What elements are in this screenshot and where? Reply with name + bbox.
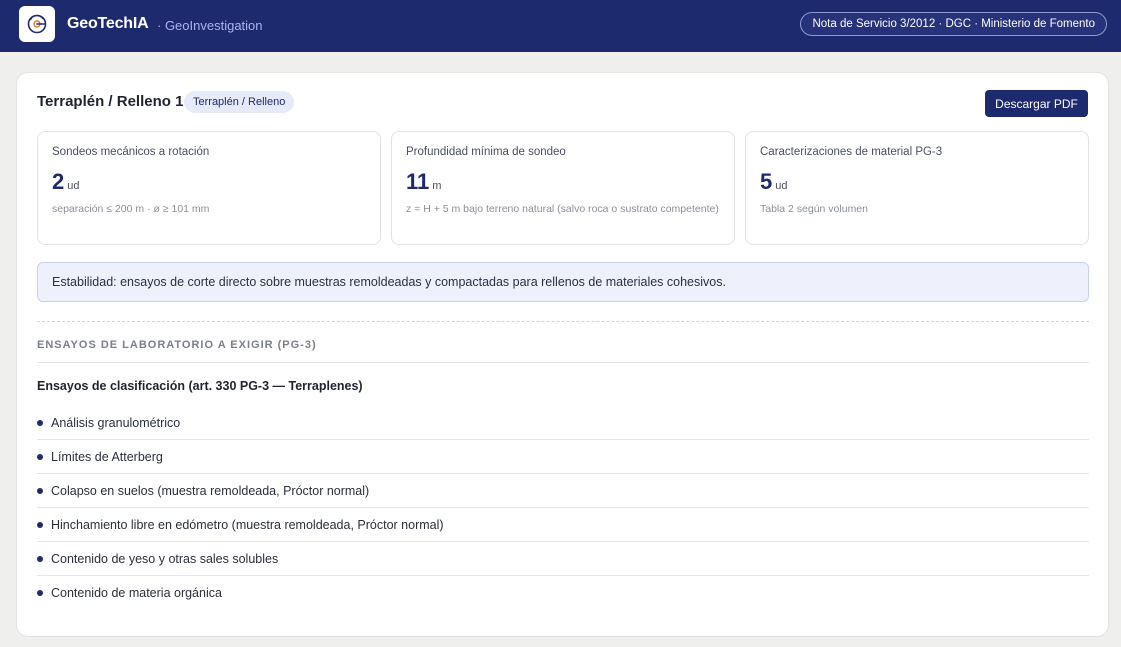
type-tag: Terraplén / Relleno <box>184 91 295 113</box>
stat-card-boreholes: Sondeos mecánicos a rotación 2 ud separac… <box>37 131 381 245</box>
test-label: Contenido de materia orgánica <box>51 586 222 600</box>
stat-note: z = H + 5 m bajo terreno natural (salvo … <box>406 203 719 215</box>
stability-alert: Estabilidad: ensayos de corte directo so… <box>37 262 1089 302</box>
stat-label: Caracterizaciones de material PG-3 <box>760 146 943 158</box>
test-label: Hinchamiento libre en edómetro (muestra … <box>51 517 444 532</box>
list-item: Contenido de yeso y otras sales solubles <box>37 542 1089 576</box>
bullet-dot-icon <box>37 555 43 562</box>
card-title: Terraplén / Relleno 1 <box>37 93 184 110</box>
top-bar: GeoTechIA · GeoInvestigation Nota de Ser… <box>0 0 1121 52</box>
stat-label: Sondeos mecánicos a rotación <box>52 146 210 158</box>
test-list: Análisis granulométrico Límites de Atter… <box>37 406 1089 610</box>
lab-section-heading: ENSAYOS DE LABORATORIO A EXIGIR (PG-3) <box>37 339 317 351</box>
section-divider <box>37 321 1089 322</box>
test-label: Colapso en suelos (muestra remoldeada, P… <box>51 483 370 498</box>
test-group-title: Ensayos de clasificación (art. 330 PG-3 … <box>37 379 363 393</box>
stat-value: 5 ud <box>760 169 788 195</box>
brand-name: GeoTechIA <box>67 15 149 32</box>
stat-number: 2 <box>52 169 65 194</box>
stat-note: Tabla 2 según volumen <box>760 203 868 215</box>
stat-card-depth: Profundidad mínima de sondeo 11 m z = H +… <box>391 131 735 245</box>
stat-value: 2 ud <box>52 169 80 195</box>
list-item: Límites de Atterberg <box>37 440 1089 474</box>
list-item: Análisis granulométrico <box>37 406 1089 440</box>
list-item: Hinchamiento libre en edómetro (muestra … <box>37 508 1089 542</box>
bullet-dot-icon <box>37 521 43 528</box>
stat-unit: m <box>432 180 442 192</box>
norm-badge: Nota de Servicio 3/2012 · DGC · Minister… <box>800 12 1107 36</box>
brand-subtitle: · GeoInvestigation <box>157 18 263 33</box>
stat-label: Profundidad mínima de sondeo <box>406 146 566 158</box>
list-item: Contenido de materia orgánica <box>37 576 1089 610</box>
stat-note: separación ≤ 200 m · ø ≥ 101 mm <box>52 203 210 215</box>
stat-unit: ud <box>67 180 80 192</box>
bullet-dot-icon <box>37 419 43 426</box>
list-item: Colapso en suelos (muestra remoldeada, P… <box>37 474 1089 508</box>
test-label: Contenido de yeso y otras sales solubles <box>51 551 279 566</box>
bullet-dot-icon <box>37 453 43 460</box>
result-card: Terraplén / Relleno 1 Terraplén / Rellen… <box>16 72 1109 637</box>
app-logo[interactable] <box>19 6 55 42</box>
stat-number: 5 <box>760 169 773 194</box>
stat-number: 11 <box>406 169 430 194</box>
stat-unit: ud <box>775 180 788 192</box>
gear-logo-icon <box>27 14 47 34</box>
download-pdf-button[interactable]: Descargar PDF <box>985 90 1088 117</box>
bullet-dot-icon <box>37 487 43 494</box>
stat-value: 11 m <box>406 169 441 195</box>
stat-card-characterizations: Caracterizaciones de material PG-3 5 ud T… <box>745 131 1089 245</box>
section-divider <box>37 362 1089 363</box>
test-label: Análisis granulométrico <box>51 415 181 430</box>
test-label: Límites de Atterberg <box>51 449 163 464</box>
bullet-dot-icon <box>37 590 43 596</box>
